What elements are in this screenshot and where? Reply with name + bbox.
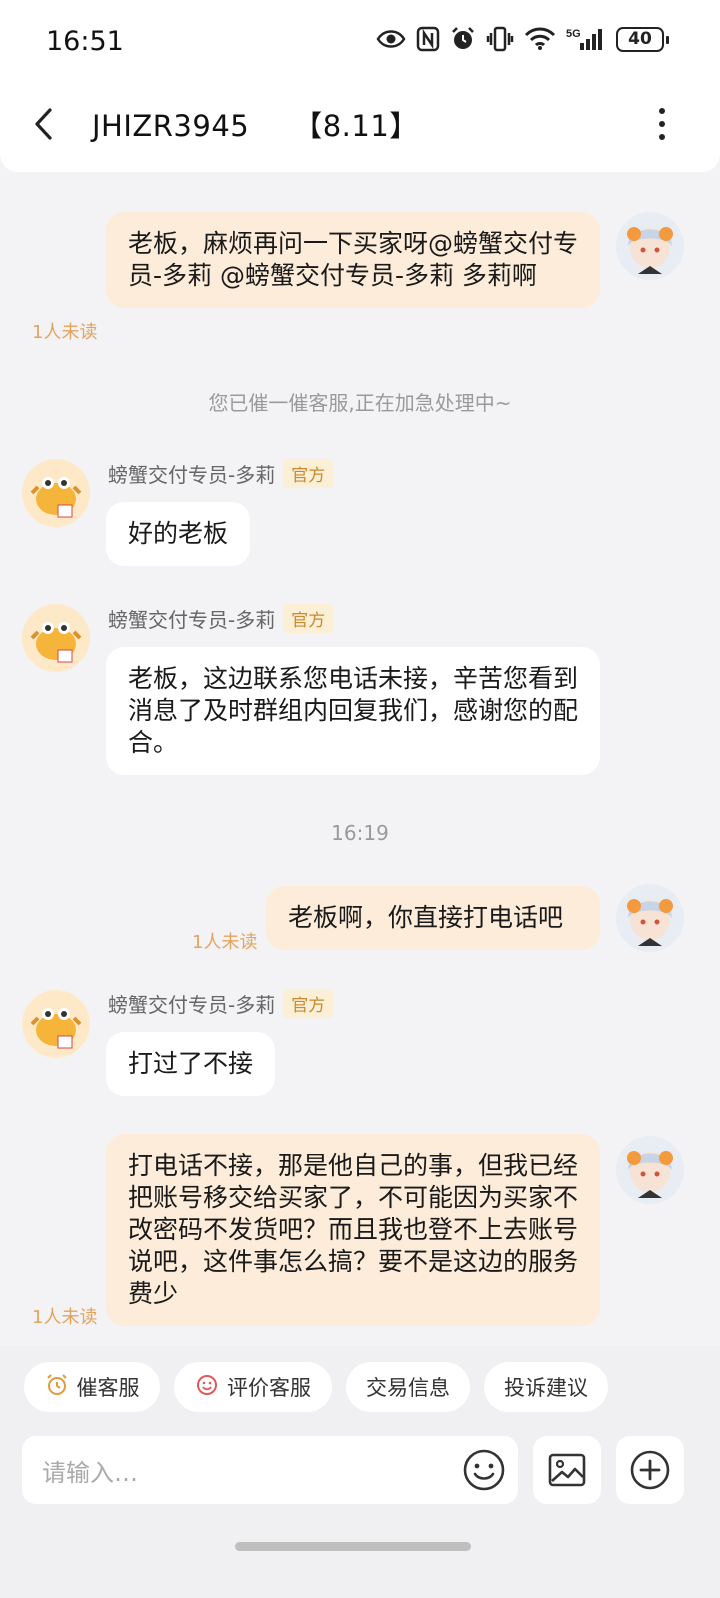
unread-status: 1人未读	[192, 932, 258, 953]
agent-avatar[interactable]	[22, 459, 90, 527]
official-badge: 官方	[283, 989, 334, 1018]
agent-avatar[interactable]	[22, 604, 90, 672]
input-placeholder: 请输入…	[42, 1458, 138, 1487]
message-input[interactable]: 请输入…	[22, 1436, 518, 1504]
message-bubble-other[interactable]: 好的老板	[106, 502, 251, 566]
status-time: 16:51	[46, 26, 124, 57]
message-bubble-mine[interactable]: 老板，麻烦再问一下买家呀@螃蟹交付专员-多莉 @螃蟹交付专员-多莉 多莉啊	[106, 212, 600, 308]
chip-label: 投诉建议	[504, 1376, 588, 1400]
message-bubble-other[interactable]: 打过了不接	[106, 1032, 276, 1096]
smiley-icon	[195, 1373, 219, 1402]
sender-row: 螃蟹交付专员-多莉 官方	[108, 604, 334, 633]
message-bubble-mine[interactable]: 老板啊，你直接打电话吧	[266, 886, 600, 950]
chat-title-tag: 【8.11】	[293, 109, 419, 143]
emoji-icon	[463, 1449, 505, 1491]
more-dot-icon	[659, 134, 665, 140]
nfc-icon	[416, 26, 440, 52]
official-badge: 官方	[283, 459, 334, 488]
complaint-chip[interactable]: 投诉建议	[484, 1362, 608, 1412]
more-dot-icon	[659, 121, 665, 127]
unread-status: 1人未读	[32, 1307, 98, 1328]
official-badge: 官方	[283, 604, 334, 633]
chip-label: 评价客服	[227, 1376, 311, 1400]
add-button[interactable]	[616, 1436, 684, 1504]
eye-icon	[376, 28, 406, 50]
sender-name: 螃蟹交付专员-多莉	[108, 993, 276, 1017]
image-button[interactable]	[533, 1436, 601, 1504]
image-icon	[548, 1453, 586, 1487]
user-avatar[interactable]	[616, 884, 684, 952]
alarm-icon	[450, 26, 476, 52]
wifi-icon	[524, 27, 556, 51]
sender-row: 螃蟹交付专员-多莉 官方	[108, 989, 334, 1018]
sender-name: 螃蟹交付专员-多莉	[108, 608, 276, 632]
agent-avatar[interactable]	[22, 990, 90, 1058]
chat-title: JHIZR3945 【8.11】	[92, 103, 419, 145]
more-options-button[interactable]	[648, 104, 676, 144]
system-notice: 您已催一催客服,正在加急处理中~	[208, 391, 512, 415]
status-icons: 5G 40	[376, 26, 669, 52]
chip-label: 交易信息	[366, 1376, 450, 1400]
sender-row: 螃蟹交付专员-多莉 官方	[108, 459, 334, 488]
back-button[interactable]	[30, 104, 60, 144]
more-dot-icon	[659, 108, 665, 114]
chat-title-id: JHIZR3945	[92, 109, 250, 143]
trade-info-chip[interactable]: 交易信息	[346, 1362, 470, 1412]
time-separator: 16:19	[331, 821, 389, 845]
svg-text:5G: 5G	[566, 28, 581, 40]
unread-status: 1人未读	[32, 322, 98, 343]
top-bar: 16:51 5G 40 JHIZR3945 【8.11】	[0, 0, 720, 172]
sender-name: 螃蟹交付专员-多莉	[108, 463, 276, 487]
plus-circle-icon	[630, 1450, 670, 1490]
home-indicator[interactable]	[235, 1542, 471, 1551]
user-avatar[interactable]	[616, 1136, 684, 1204]
vibrate-icon	[486, 26, 514, 52]
user-avatar[interactable]	[616, 212, 684, 280]
alarm-clock-icon	[45, 1373, 69, 1402]
chip-label: 催客服	[76, 1376, 140, 1400]
signal-5g-icon: 5G	[566, 26, 606, 52]
message-bubble-other[interactable]: 老板，这边联系您电话未接，辛苦您看到消息了及时群组内回复我们，感谢您的配合。	[106, 647, 600, 775]
urge-service-chip[interactable]: 催客服	[24, 1362, 160, 1412]
message-bubble-mine[interactable]: 打电话不接，那是他自己的事，但我已经把账号移交给买家了，不可能因为买家不改密码不…	[106, 1134, 600, 1326]
emoji-button[interactable]	[462, 1448, 506, 1492]
battery-icon: 40	[616, 26, 669, 52]
rate-service-chip[interactable]: 评价客服	[174, 1362, 332, 1412]
